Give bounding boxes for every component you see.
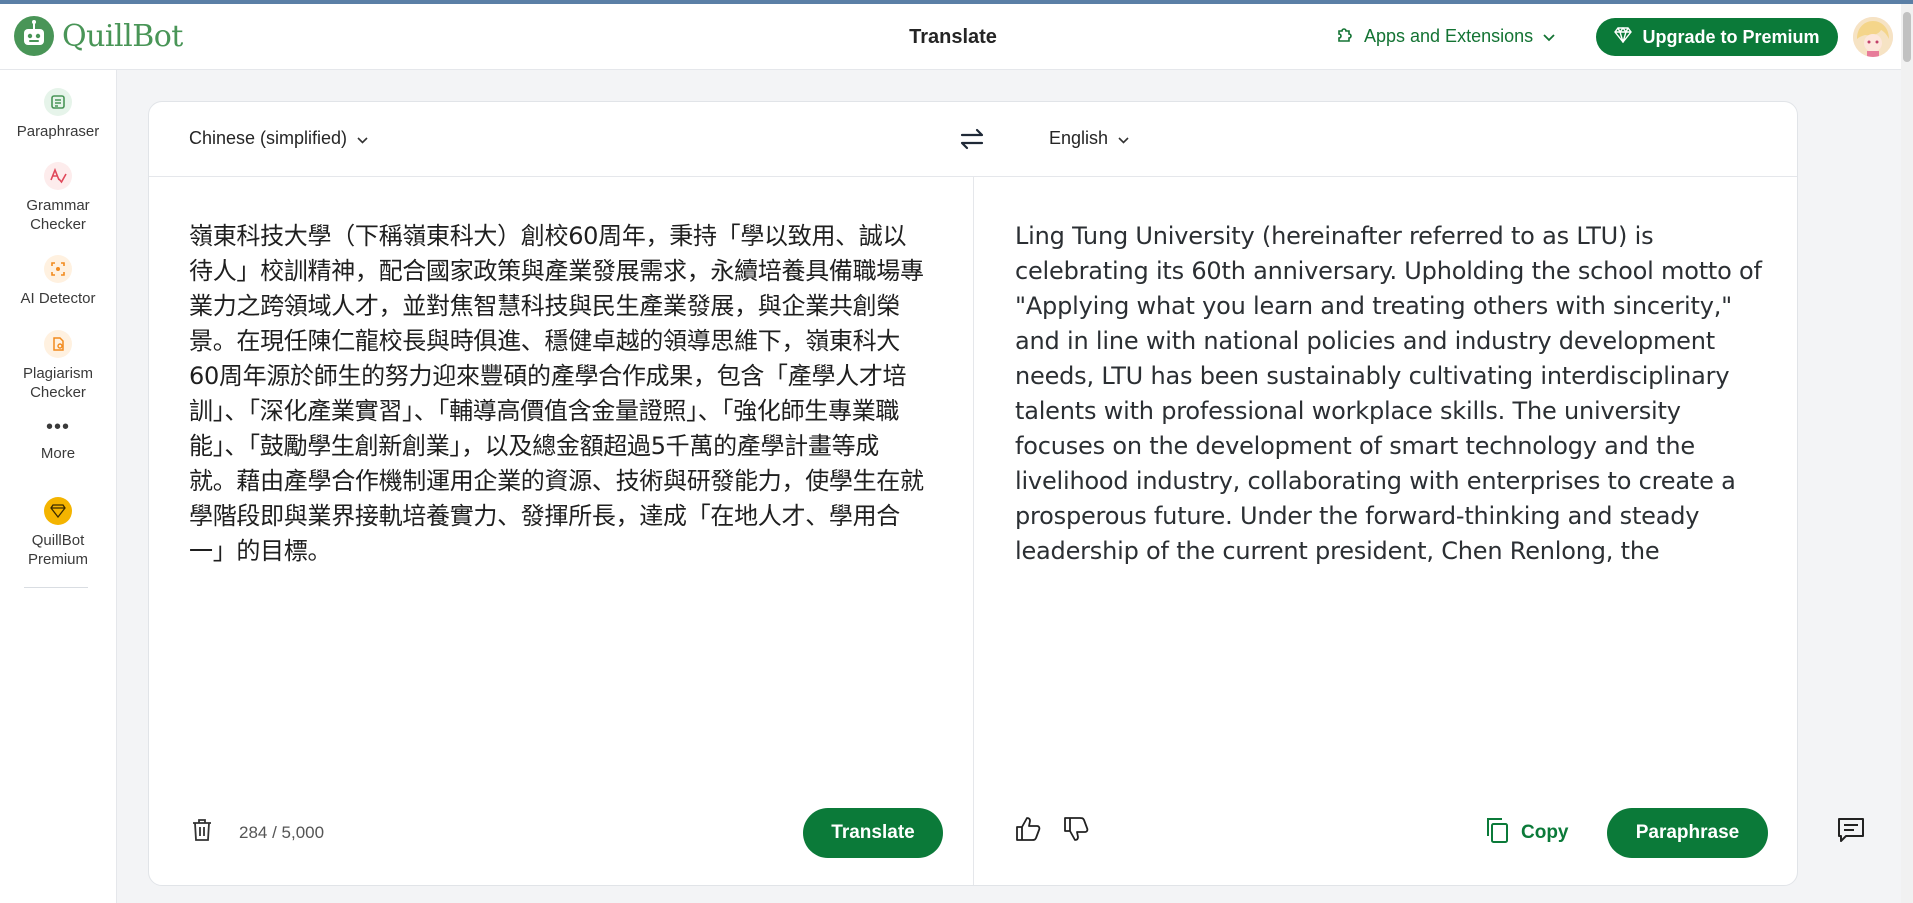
sidebar-item-label: AI Detector bbox=[20, 290, 96, 307]
page-scrollbar[interactable] bbox=[1901, 4, 1913, 903]
paraphraser-icon bbox=[44, 88, 72, 116]
sidebar-item-grammar-checker[interactable]: Grammar Checker bbox=[0, 162, 116, 234]
apps-extensions-label: Apps and Extensions bbox=[1364, 26, 1534, 46]
thumbs-down-icon[interactable] bbox=[1063, 816, 1091, 847]
language-bar: Chinese (simplified) English bbox=[149, 102, 1797, 177]
source-text-input[interactable]: 嶺東科技大學（下稱嶺東科大）創校60周年，秉持「學以致用、誠以待人」校訓精神，配… bbox=[189, 219, 924, 569]
translate-button[interactable]: Translate bbox=[803, 808, 943, 858]
sidebar-item-label: QuillBot Premium bbox=[27, 532, 88, 568]
pane-divider bbox=[973, 176, 974, 885]
plagiarism-checker-icon bbox=[44, 330, 72, 358]
target-language-select[interactable]: English bbox=[1049, 128, 1129, 149]
sidebar-item-label: Plagiarism Checker bbox=[22, 365, 94, 401]
paraphrase-button[interactable]: Paraphrase bbox=[1607, 808, 1768, 858]
grammar-checker-icon bbox=[44, 162, 72, 190]
sidebar-item-more[interactable]: ••• More bbox=[0, 416, 116, 463]
sidebar-item-premium[interactable]: QuillBot Premium bbox=[0, 497, 116, 569]
trash-icon[interactable] bbox=[191, 818, 213, 847]
feedback-message-icon[interactable] bbox=[1837, 817, 1865, 848]
target-language-label: English bbox=[1049, 128, 1109, 148]
chevron-down-icon bbox=[357, 128, 368, 149]
user-avatar[interactable] bbox=[1853, 17, 1893, 57]
sidebar-item-paraphraser[interactable]: Paraphraser bbox=[0, 88, 116, 141]
source-language-select[interactable]: Chinese (simplified) bbox=[189, 128, 368, 149]
thumbs-up-icon[interactable] bbox=[1015, 816, 1043, 847]
sidebar-item-plagiarism-checker[interactable]: Plagiarism Checker bbox=[0, 330, 116, 402]
sidebar-item-label: Paraphraser bbox=[16, 123, 100, 140]
sidebar-divider bbox=[24, 587, 88, 588]
translator-card: Chinese (simplified) English 嶺東科技大學（下稱嶺東… bbox=[148, 101, 1798, 886]
chevron-down-icon bbox=[1118, 128, 1129, 149]
copy-icon bbox=[1485, 817, 1509, 849]
app-header: QuillBot Translate Apps and Extensions U… bbox=[0, 4, 1913, 70]
swap-languages-icon[interactable] bbox=[957, 124, 987, 154]
character-count: 284 / 5,000 bbox=[239, 823, 325, 842]
copy-button[interactable]: Copy bbox=[1485, 817, 1569, 849]
ai-detector-icon bbox=[44, 255, 72, 283]
copy-label: Copy bbox=[1521, 822, 1569, 843]
chevron-down-icon bbox=[1543, 26, 1555, 47]
apps-extensions-menu[interactable]: Apps and Extensions bbox=[1336, 25, 1555, 48]
translation-output: Ling Tung University (hereinafter referr… bbox=[1015, 222, 1762, 565]
premium-gem-icon bbox=[44, 497, 72, 525]
more-dots-icon: ••• bbox=[45, 416, 70, 438]
diamond-icon bbox=[1614, 26, 1633, 48]
sidebar: Paraphraser Grammar Checker AI Detector … bbox=[0, 70, 117, 903]
sidebar-item-label: Grammar Checker bbox=[26, 197, 90, 233]
upgrade-premium-button[interactable]: Upgrade to Premium bbox=[1596, 18, 1838, 56]
scrollbar-thumb[interactable] bbox=[1903, 12, 1911, 62]
puzzle-icon bbox=[1336, 25, 1354, 48]
sidebar-item-label: More bbox=[40, 445, 76, 462]
source-language-label: Chinese (simplified) bbox=[189, 128, 348, 148]
sidebar-item-ai-detector[interactable]: AI Detector bbox=[0, 255, 116, 308]
upgrade-premium-label: Upgrade to Premium bbox=[1642, 26, 1820, 47]
